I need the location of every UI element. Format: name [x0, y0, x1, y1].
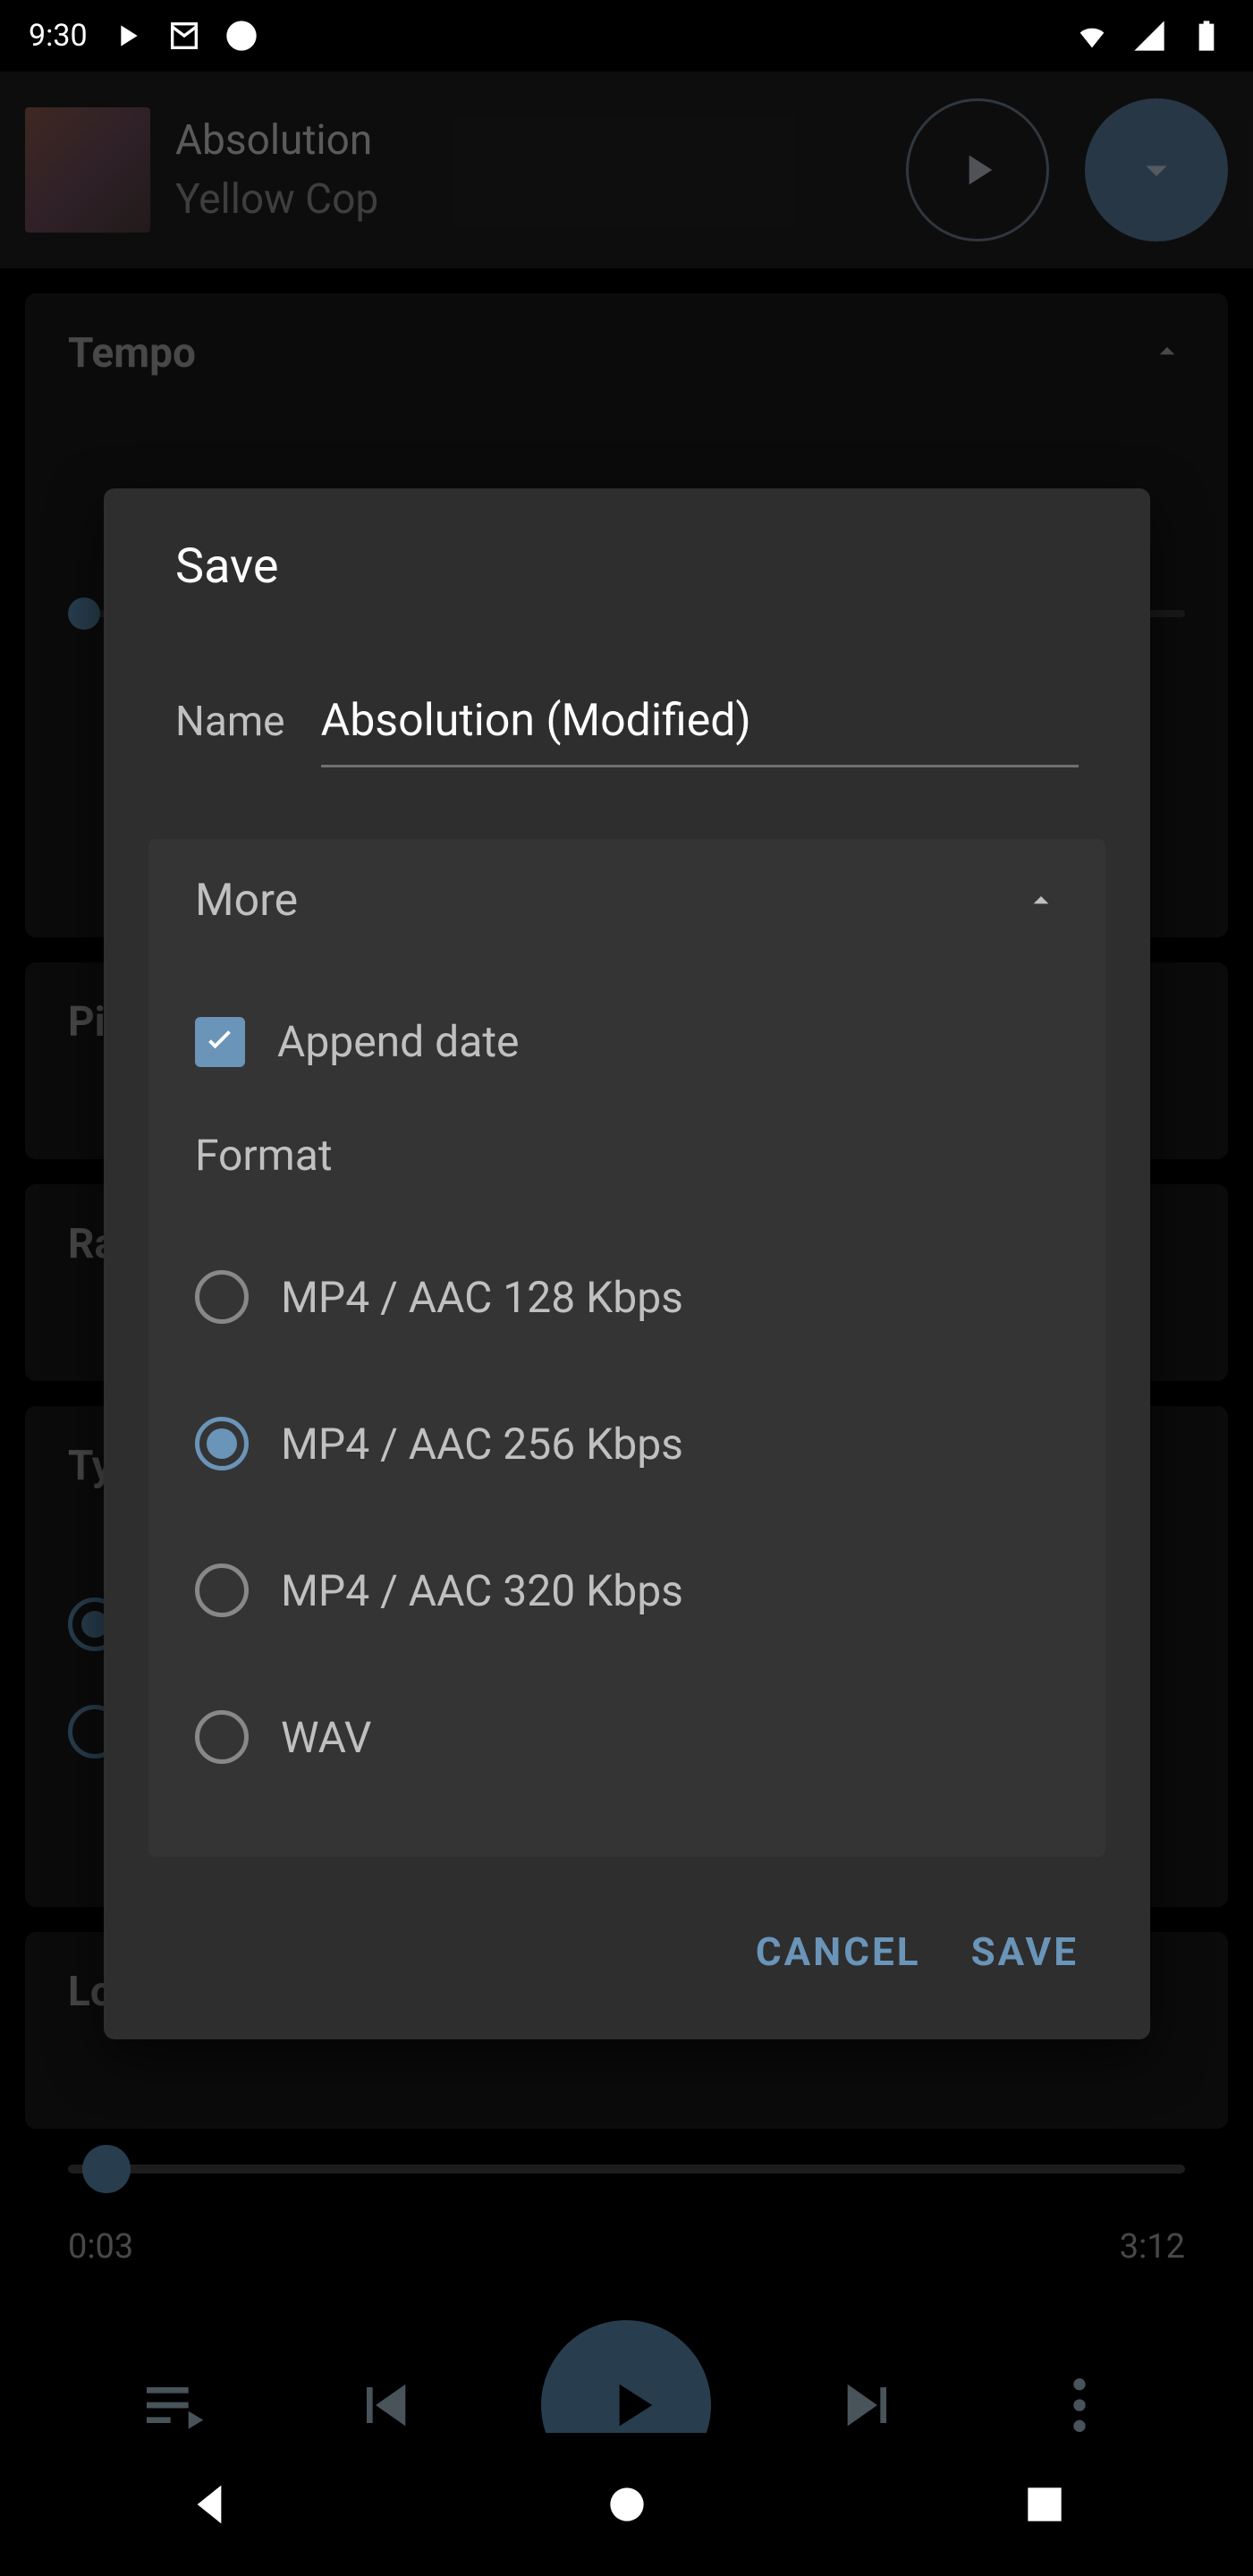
nav-home-button[interactable] [582, 2460, 672, 2549]
save-button[interactable]: SAVE [971, 1928, 1079, 1975]
save-dialog: Save Name More Append date Format MP4 / … [104, 488, 1150, 2039]
nav-back-button[interactable] [165, 2460, 254, 2549]
cancel-button[interactable]: CANCEL [756, 1928, 921, 1975]
name-input[interactable] [321, 684, 1079, 767]
play-indicator-icon [109, 18, 145, 54]
mail-icon [166, 18, 202, 54]
name-label: Name [175, 698, 285, 746]
dialog-title: Save [104, 538, 1150, 595]
append-date-checkbox[interactable] [195, 1017, 245, 1067]
check-icon [200, 1022, 240, 1062]
format-option-wav[interactable]: WAV [195, 1664, 1059, 1810]
radio-icon [195, 1270, 249, 1324]
format-option-128[interactable]: MP4 / AAC 128 Kbps [195, 1224, 1059, 1370]
radio-icon [195, 1417, 249, 1470]
format-option-320[interactable]: MP4 / AAC 320 Kbps [195, 1517, 1059, 1664]
battery-icon [1189, 18, 1224, 54]
status-bar: 9:30 [0, 0, 1253, 72]
format-label: Format [195, 1130, 1059, 1181]
wifi-icon [1074, 18, 1110, 54]
format-option-256[interactable]: MP4 / AAC 256 Kbps [195, 1370, 1059, 1517]
format-option-label: WAV [281, 1712, 371, 1763]
append-date-label: Append date [277, 1016, 520, 1067]
signal-icon [1131, 18, 1167, 54]
more-section: More Append date Format MP4 / AAC 128 Kb… [148, 839, 1105, 1857]
append-date-row[interactable]: Append date [195, 1016, 1059, 1067]
format-option-label: MP4 / AAC 128 Kbps [281, 1272, 683, 1323]
nav-bar [0, 2433, 1253, 2576]
more-toggle[interactable]: More [195, 875, 1059, 927]
chevron-up-icon [1023, 883, 1059, 919]
app-indicator-icon [224, 18, 259, 54]
format-option-label: MP4 / AAC 320 Kbps [281, 1565, 683, 1616]
radio-icon [195, 1710, 249, 1764]
radio-icon [195, 1563, 249, 1617]
nav-recent-button[interactable] [1000, 2460, 1089, 2549]
more-label: More [195, 875, 298, 927]
format-option-label: MP4 / AAC 256 Kbps [281, 1419, 683, 1470]
status-time: 9:30 [29, 18, 88, 54]
